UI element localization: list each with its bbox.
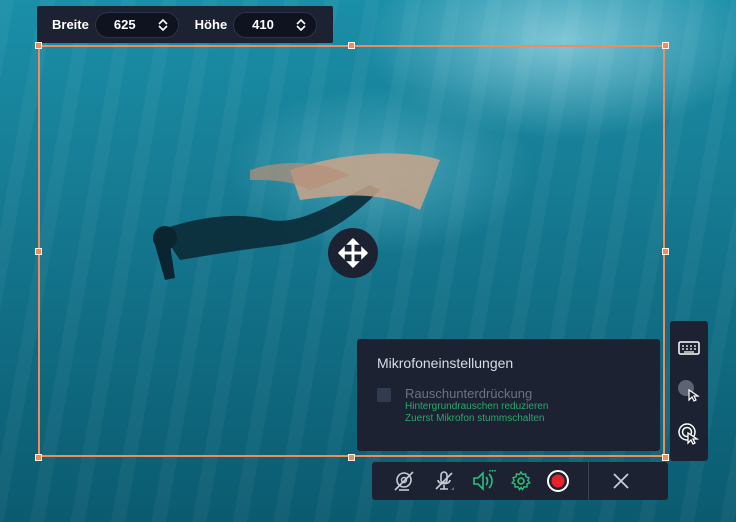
record-icon [547, 470, 569, 492]
microphone-toggle-button[interactable] [424, 462, 464, 500]
chevron-up-icon[interactable] [296, 18, 306, 25]
height-field[interactable]: 410 [233, 11, 317, 38]
width-field[interactable]: 625 [94, 11, 179, 38]
webcam-toggle-button[interactable] [384, 462, 424, 500]
move-icon [337, 237, 369, 269]
height-stepper[interactable] [296, 18, 306, 32]
webcam-off-icon [394, 471, 414, 491]
height-label: Höhe [194, 17, 228, 32]
move-area-button[interactable] [328, 228, 378, 278]
chevron-down-icon[interactable] [158, 24, 168, 32]
cursor-highlight-icon [678, 379, 700, 402]
microphone-muted-icon [435, 471, 454, 490]
noise-hint-2: Zuerst Mikrofon stummschalten [405, 413, 545, 424]
close-icon [613, 473, 629, 489]
width-value[interactable]: 625 [114, 17, 136, 32]
resize-handle-left[interactable] [35, 248, 42, 255]
size-bar: Breite 625 Höhe 410 [37, 6, 333, 43]
noise-suppression-label[interactable]: Rauschunterdrückung [405, 386, 548, 401]
resize-handle-top-right[interactable] [662, 42, 669, 49]
click-effect-icon [678, 422, 700, 445]
recording-toolbar [372, 462, 668, 500]
record-button[interactable] [538, 462, 578, 500]
microphone-settings-panel: Mikrofoneinstellungen Rauschunterdrückun… [357, 339, 660, 451]
side-toolbar [670, 321, 708, 461]
noise-suppression-checkbox[interactable] [377, 388, 391, 402]
height-value[interactable]: 410 [252, 17, 274, 32]
chevron-up-icon[interactable] [158, 18, 168, 25]
chevron-down-icon[interactable] [296, 24, 306, 32]
resize-handle-bottom-right[interactable] [662, 454, 669, 461]
resize-handle-top-left[interactable] [35, 42, 42, 49]
resize-handle-bottom[interactable] [348, 454, 355, 461]
system-audio-button[interactable] [464, 462, 504, 500]
click-effect-button[interactable] [674, 419, 704, 449]
noise-hint-1: Hintergrundrauschen reduzieren [405, 401, 549, 412]
keyboard-icon [678, 341, 700, 356]
resize-handle-bottom-left[interactable] [35, 454, 42, 461]
width-label: Breite [52, 17, 89, 32]
mic-settings-title: Mikrofoneinstellungen [377, 355, 514, 371]
cursor-highlight-button[interactable] [674, 376, 704, 406]
keyboard-capture-button[interactable] [674, 333, 704, 363]
resize-handle-right[interactable] [662, 248, 669, 255]
width-stepper[interactable] [158, 18, 168, 32]
system-audio-icon [473, 469, 496, 491]
close-button[interactable] [589, 462, 653, 500]
audio-settings-button[interactable] [504, 462, 538, 500]
settings-icon [511, 470, 531, 491]
resize-handle-top[interactable] [348, 42, 355, 49]
